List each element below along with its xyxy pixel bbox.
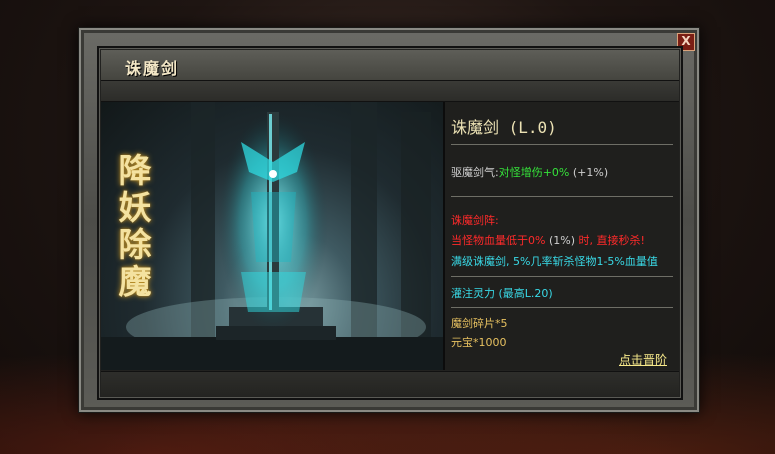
- divider: [451, 144, 673, 145]
- skill-line-2: 满级诛魔剑, 5%几率斩杀怪物1-5%血量值: [451, 255, 658, 268]
- skill-title: 诛魔剑阵:: [451, 214, 499, 227]
- info-pane: 诛魔剑 (L.0) 驱魔剑气:对怪增伤+0% (+1%) 诛魔剑阵: 当怪物血量…: [445, 102, 679, 370]
- sword-artwork: 降 妖 除 魔: [101, 102, 445, 370]
- skill-line1-b: (1%): [545, 234, 579, 247]
- slogan-char: 降: [118, 151, 152, 190]
- cost-yuanbao: 元宝*1000: [451, 336, 507, 349]
- slogan-vertical: 降 妖 除 魔: [115, 152, 155, 300]
- rune-body: [251, 192, 296, 262]
- slogan-char: 除: [118, 225, 152, 264]
- ground: [101, 337, 443, 370]
- divider: [451, 196, 673, 197]
- title-bar: 诛魔剑: [101, 50, 679, 81]
- slogan-char: 妖: [118, 188, 152, 227]
- footer-strip: [101, 371, 679, 396]
- panel-inner: 诛魔剑 降 妖 除 魔 诛魔剑 (L.0) 驱魔剑气:对怪增伤+0% (+1%)…: [97, 46, 683, 400]
- skill-line-1: 当怪物血量低于0% (1%) 时, 直接秒杀!: [451, 232, 673, 248]
- window-title: 诛魔剑: [125, 59, 180, 78]
- attr-next: (+1%): [569, 166, 609, 179]
- attr-value: 对怪增伤+0%: [498, 166, 570, 179]
- gem: [269, 170, 277, 178]
- cost-fragments: 魔剑碎片*5: [451, 317, 508, 330]
- rune-lower: [241, 272, 306, 312]
- weapon-name: 诛魔剑 (L.0): [451, 118, 557, 137]
- attribute-line: 驱魔剑气:对怪增伤+0% (+1%): [451, 164, 673, 180]
- header-strip: [101, 81, 679, 102]
- attr-label: 驱魔剑气:: [451, 166, 499, 179]
- pillar-far-right: [401, 112, 431, 342]
- divider: [451, 307, 673, 308]
- divider: [451, 276, 673, 277]
- upgrade-link[interactable]: 点击晋阶: [619, 351, 667, 368]
- inject-text: 灌注灵力 (最高L.20): [451, 287, 553, 300]
- zhumojian-panel: X 诛魔剑 降 妖 除 魔 诛魔剑 (L.0) 驱魔剑气:对怪增伤+0% (+1…: [78, 27, 700, 413]
- skill-line1-a: 当怪物血量低于0%: [451, 234, 546, 247]
- skill-line1-c: 时, 直接秒杀!: [578, 234, 645, 247]
- slogan-char: 魔: [118, 262, 152, 301]
